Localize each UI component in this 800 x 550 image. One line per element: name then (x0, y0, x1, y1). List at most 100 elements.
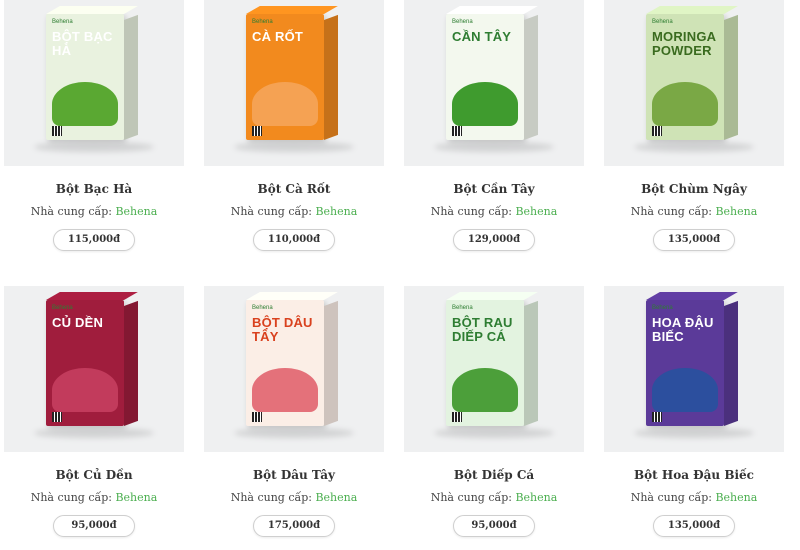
supplier-line: Nhà cung cấp: Behena (4, 205, 184, 218)
product-name[interactable]: Bột Chùm Ngây (604, 182, 784, 196)
supplier-prefix: Nhà cung cấp: (630, 205, 712, 218)
product-card[interactable]: Behena BỘT RAU DIẾP CÁ Bột Diếp Cá Nhà c… (404, 286, 584, 537)
box-label: CỦ DỀN (52, 315, 104, 330)
product-name[interactable]: Bột Dâu Tây (204, 468, 384, 482)
box-side (524, 300, 538, 426)
supplier-link[interactable]: Behena (515, 491, 557, 504)
box-artwork (252, 368, 318, 412)
supplier-link[interactable]: Behena (115, 205, 157, 218)
product-image[interactable]: Behena MORINGA POWDER (604, 0, 784, 166)
product-card[interactable]: Behena BỘT DÂU TÂY Bột Dâu Tây Nhà cung … (204, 286, 384, 537)
box-side (324, 300, 338, 426)
product-name[interactable]: Bột Hoa Đậu Biếc (604, 468, 784, 482)
supplier-link[interactable]: Behena (315, 205, 357, 218)
box-brand: Behena (652, 19, 673, 25)
box-side (524, 14, 538, 140)
box-brand: Behena (252, 19, 273, 25)
box-artwork (52, 368, 118, 412)
box-artwork (452, 82, 518, 126)
qr-code-icon (652, 412, 662, 422)
product-image[interactable]: Behena CẦN TÂY (404, 0, 584, 166)
product-name[interactable]: Bột Cần Tây (404, 182, 584, 196)
box-label: BỘT BẠC HÀ (52, 29, 113, 58)
product-image[interactable]: Behena CỦ DỀN (4, 286, 184, 452)
box-top (646, 292, 738, 300)
product-card[interactable]: Behena CẦN TÂY Bột Cần Tây Nhà cung cấp:… (404, 0, 584, 251)
price-button[interactable]: 135,000đ (653, 229, 735, 251)
fish-mint-product-image: Behena BỘT RAU DIẾP CÁ (446, 292, 538, 426)
supplier-line: Nhà cung cấp: Behena (604, 491, 784, 504)
box-top (46, 292, 138, 300)
product-image[interactable]: Behena CÀ RỐT (204, 0, 384, 166)
box-top (246, 6, 338, 14)
box-label: MORINGA POWDER (652, 29, 716, 58)
price-button[interactable]: 129,000đ (453, 229, 535, 251)
price-button[interactable]: 95,000đ (453, 515, 535, 537)
carrot-product-image: Behena CÀ RỐT (246, 6, 338, 140)
qr-code-icon (452, 126, 462, 136)
box-label: BỘT DÂU TÂY (252, 315, 313, 344)
mint-product-image: Behena BỘT BẠC HÀ (46, 6, 138, 140)
box-top (246, 292, 338, 300)
supplier-link[interactable]: Behena (315, 491, 357, 504)
product-name[interactable]: Bột Diếp Cá (404, 468, 584, 482)
box-brand: Behena (252, 305, 273, 311)
price-button[interactable]: 115,000đ (53, 229, 135, 251)
product-name[interactable]: Bột Cà Rốt (204, 182, 384, 196)
butterfly-pea-product-image: Behena HOA ĐẬU BIẾC (646, 292, 738, 426)
box-side (724, 300, 738, 426)
shadow (434, 142, 554, 152)
box-top (46, 6, 138, 14)
moringa-product-image: Behena MORINGA POWDER (646, 6, 738, 140)
box-brand: Behena (52, 305, 73, 311)
supplier-link[interactable]: Behena (115, 491, 157, 504)
box-label: HOA ĐẬU BIẾC (652, 315, 714, 344)
box-brand: Behena (452, 305, 473, 311)
product-card[interactable]: Behena BỘT BẠC HÀ Bột Bạc Hà Nhà cung cấ… (4, 0, 184, 251)
product-name[interactable]: Bột Bạc Hà (4, 182, 184, 196)
box-brand: Behena (52, 19, 73, 25)
product-image[interactable]: Behena BỘT RAU DIẾP CÁ (404, 286, 584, 452)
supplier-link[interactable]: Behena (515, 205, 557, 218)
supplier-prefix: Nhà cung cấp: (630, 491, 712, 504)
supplier-line: Nhà cung cấp: Behena (404, 491, 584, 504)
box-label: BỘT RAU DIẾP CÁ (452, 315, 513, 344)
qr-code-icon (252, 126, 262, 136)
shadow (234, 428, 354, 438)
supplier-prefix: Nhà cung cấp: (230, 491, 312, 504)
strawberry-product-image: Behena BỘT DÂU TÂY (246, 292, 338, 426)
qr-code-icon (52, 412, 62, 422)
qr-code-icon (52, 126, 62, 136)
product-card[interactable]: Behena CỦ DỀN Bột Củ Dền Nhà cung cấp: B… (4, 286, 184, 537)
celery-product-image: Behena CẦN TÂY (446, 6, 538, 140)
price-button[interactable]: 135,000đ (653, 515, 735, 537)
price-button[interactable]: 110,000đ (253, 229, 335, 251)
box-label: CẦN TÂY (452, 29, 512, 44)
product-card[interactable]: Behena CÀ RỐT Bột Cà Rốt Nhà cung cấp: B… (204, 0, 384, 251)
product-grid: Behena BỘT BẠC HÀ Bột Bạc Hà Nhà cung cấ… (0, 0, 800, 550)
supplier-link[interactable]: Behena (715, 205, 757, 218)
product-name[interactable]: Bột Củ Dền (4, 468, 184, 482)
shadow (34, 142, 154, 152)
supplier-line: Nhà cung cấp: Behena (604, 205, 784, 218)
price-button[interactable]: 175,000đ (253, 515, 335, 537)
box-label: CÀ RỐT (252, 29, 304, 44)
product-image[interactable]: Behena BỘT BẠC HÀ (4, 0, 184, 166)
product-image[interactable]: Behena HOA ĐẬU BIẾC (604, 286, 784, 452)
product-card[interactable]: Behena MORINGA POWDER Bột Chùm Ngây Nhà … (604, 0, 784, 251)
supplier-link[interactable]: Behena (715, 491, 757, 504)
qr-code-icon (252, 412, 262, 422)
box-artwork (452, 368, 518, 412)
shadow (634, 428, 754, 438)
beetroot-product-image: Behena CỦ DỀN (46, 292, 138, 426)
product-image[interactable]: Behena BỘT DÂU TÂY (204, 286, 384, 452)
price-button[interactable]: 95,000đ (53, 515, 135, 537)
box-side (124, 14, 138, 140)
supplier-line: Nhà cung cấp: Behena (204, 205, 384, 218)
shadow (434, 428, 554, 438)
product-card[interactable]: Behena HOA ĐẬU BIẾC Bột Hoa Đậu Biếc Nhà… (604, 286, 784, 537)
shadow (634, 142, 754, 152)
supplier-prefix: Nhà cung cấp: (430, 491, 512, 504)
box-brand: Behena (452, 19, 473, 25)
qr-code-icon (452, 412, 462, 422)
